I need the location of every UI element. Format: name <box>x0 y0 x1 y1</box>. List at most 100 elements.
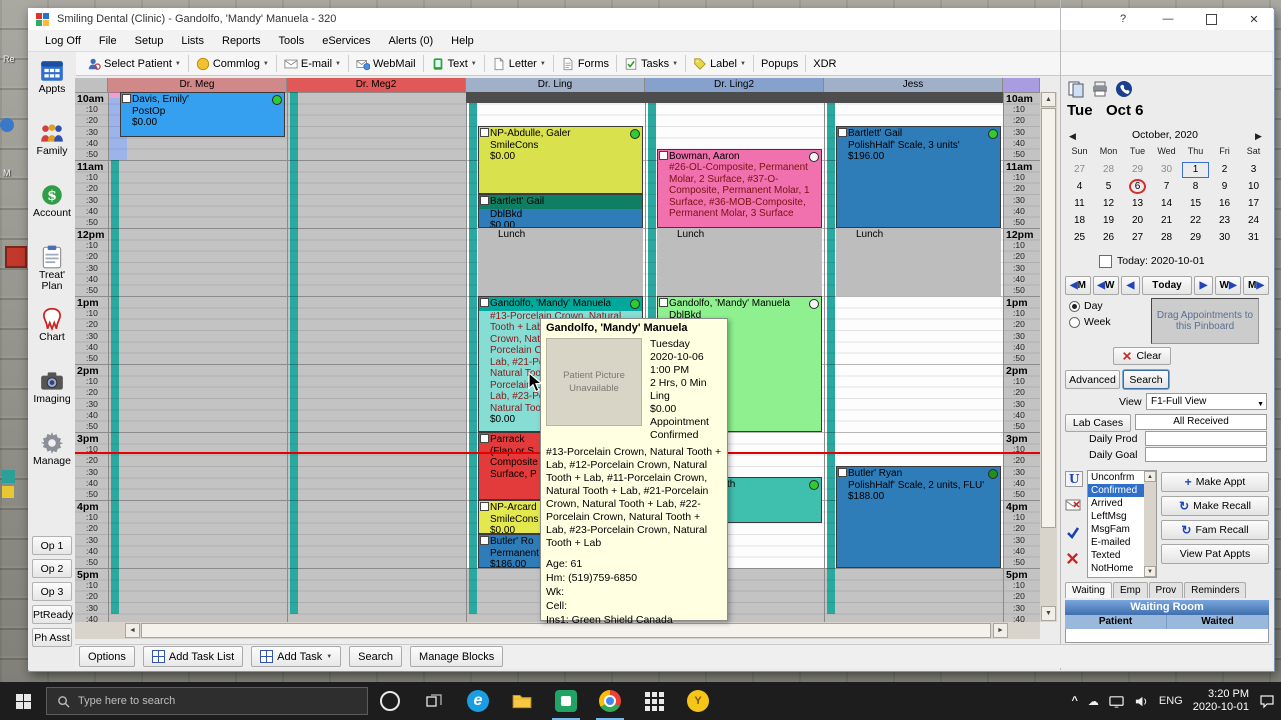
week-radio[interactable]: Week <box>1069 316 1111 328</box>
pinboard[interactable]: Drag Appointments to this Pinboard <box>1151 298 1259 344</box>
menu-eservices[interactable]: eServices <box>313 32 379 50</box>
volume-icon[interactable] <box>1134 694 1149 709</box>
menu-file[interactable]: File <box>90 32 126 50</box>
calendar-prev-icon[interactable]: ◀ <box>1069 131 1076 142</box>
task-view-icon[interactable] <box>412 682 456 720</box>
advanced-button[interactable]: Advanced <box>1065 370 1120 389</box>
calendar-day[interactable]: 15 <box>1182 196 1209 212</box>
calendar-day[interactable]: 19 <box>1095 213 1122 229</box>
nav-next-1[interactable]: W ▶ <box>1215 276 1242 295</box>
make-recall-button[interactable]: ↻ Make Recall <box>1161 496 1269 516</box>
calendar-day[interactable]: 28 <box>1153 230 1180 246</box>
phone-icon[interactable] <box>1115 80 1135 98</box>
calendar-day[interactable]: 23 <box>1211 213 1238 229</box>
toolbar-popups[interactable]: Popups <box>756 56 803 72</box>
op-button-op-3[interactable]: Op 3 <box>32 582 72 601</box>
bottombar-manage-blocks[interactable]: Manage Blocks <box>410 646 504 667</box>
menu-setup[interactable]: Setup <box>126 32 173 50</box>
calendar-day[interactable]: 18 <box>1066 213 1093 229</box>
language-indicator[interactable]: ENG <box>1159 695 1183 707</box>
appointment-checkbox[interactable] <box>480 128 489 137</box>
pages-icon[interactable] <box>1067 80 1087 98</box>
fam-recall-button[interactable]: ↻ Fam Recall <box>1161 520 1269 540</box>
op-button-ptready[interactable]: PtReady <box>32 605 73 624</box>
taskbar-clock[interactable]: 3:20 PM 2020-10-01 <box>1193 688 1249 714</box>
menu-lists[interactable]: Lists <box>172 32 213 50</box>
module-manage[interactable]: Manage <box>30 430 74 488</box>
calendar-day[interactable]: 29 <box>1182 230 1209 246</box>
print-icon[interactable] <box>1091 80 1111 98</box>
scroll-left-icon[interactable]: ◄ <box>125 623 140 638</box>
hidden-icons-chevron[interactable]: ^ <box>1071 695 1077 707</box>
menu-help[interactable]: Help <box>442 32 483 50</box>
appointment-checkbox[interactable] <box>480 434 489 443</box>
nav-next-0[interactable]: ▶ <box>1193 276 1214 295</box>
desktop-icon-red[interactable] <box>5 246 27 268</box>
appointment-checkbox[interactable] <box>122 94 131 103</box>
app-grid-icon[interactable] <box>632 682 676 720</box>
calendar-day[interactable]: 17 <box>1240 196 1267 212</box>
appointment-checkbox[interactable] <box>838 128 847 137</box>
calendar-day[interactable]: 27 <box>1124 230 1151 246</box>
toolbar-label[interactable]: Label ▼ <box>688 55 751 73</box>
calendar-day[interactable]: 7 <box>1153 179 1180 195</box>
action-center-icon[interactable] <box>1259 693 1275 709</box>
calendar-day[interactable]: 10 <box>1240 179 1267 195</box>
calendar-day[interactable]: 26 <box>1095 230 1122 246</box>
make-appt-button[interactable]: + Make Appt <box>1161 472 1269 492</box>
appointment-checkbox[interactable] <box>480 536 489 545</box>
bottombar-add-task-list[interactable]: Add Task List <box>142 646 244 667</box>
toolbar-forms[interactable]: Forms <box>556 55 614 73</box>
tab-emp[interactable]: Emp <box>1112 582 1148 598</box>
appointment-checkbox[interactable] <box>659 298 668 307</box>
scroll-up-icon[interactable]: ▲ <box>1041 92 1056 107</box>
module-imaging[interactable]: Imaging <box>30 368 74 426</box>
tab-reminders[interactable]: Reminders <box>1184 582 1247 598</box>
scroll-right-icon[interactable]: ► <box>993 623 1008 638</box>
calendar-selected-day[interactable]: 6 <box>1129 179 1146 194</box>
calendar-day[interactable]: 27 <box>1066 162 1093 178</box>
desktop-icon-teal[interactable] <box>2 470 15 483</box>
calendar-day[interactable]: 5 <box>1095 179 1122 195</box>
calendar-day[interactable]: 22 <box>1182 213 1209 229</box>
toolbar-webmail[interactable]: WebMail <box>351 55 421 73</box>
calendar-day[interactable]: 30 <box>1153 162 1180 178</box>
calendar-day[interactable]: 24 <box>1240 213 1267 229</box>
toolbar-letter[interactable]: Letter ▼ <box>487 55 551 73</box>
appointment-bowman-aaron[interactable]: Bowman, Aaron #26-OL-Composite, Permanent… <box>657 148 822 228</box>
dental-app-icon[interactable] <box>544 682 588 720</box>
appointment-checkbox[interactable] <box>480 196 489 205</box>
appointment-checkbox[interactable] <box>659 150 668 160</box>
appointment-np-abdulle-galer[interactable]: NP-Abdulle, Galer SmileCons $0.00 <box>478 126 643 194</box>
schedule-vscrollbar[interactable]: ▲ ▼ <box>1040 92 1057 622</box>
module-chart[interactable]: Chart <box>30 306 74 364</box>
bottombar-options[interactable]: Options <box>79 646 135 667</box>
toolbar-commlog[interactable]: Commlog ▼ <box>191 55 274 73</box>
calendar-day[interactable]: 4 <box>1066 179 1093 195</box>
file-explorer-icon[interactable] <box>500 682 544 720</box>
op-button-op-2[interactable]: Op 2 <box>32 559 72 578</box>
bottombar-add-task[interactable]: Add Task ▼ <box>251 646 342 667</box>
search-button[interactable]: Search <box>1123 370 1169 389</box>
view-dropdown[interactable]: F1-Full View ▼ <box>1146 393 1267 410</box>
menu-reports[interactable]: Reports <box>213 32 270 50</box>
toolbar-e-mail[interactable]: E-mail ▼ <box>279 55 346 73</box>
appointment-checkbox[interactable] <box>838 468 847 477</box>
calendar-day[interactable]: 29 <box>1124 162 1151 178</box>
toolbar-tasks[interactable]: Tasks ▼ <box>619 55 683 73</box>
calendar-day[interactable]: 12 <box>1095 196 1122 212</box>
module-appts[interactable]: Appts <box>30 58 74 116</box>
module-family[interactable]: Family <box>30 120 74 178</box>
onedrive-cloud-icon[interactable]: ☁ <box>1088 695 1099 708</box>
menu-log-off[interactable]: Log Off <box>36 32 90 50</box>
calendar-day[interactable]: 21 <box>1153 213 1180 229</box>
nav-next-2[interactable]: M ▶ <box>1243 276 1269 295</box>
tab-prov[interactable]: Prov <box>1148 582 1184 598</box>
clear-button[interactable]: Clear <box>1113 347 1171 365</box>
day-radio[interactable]: Day <box>1069 300 1103 312</box>
toolbar-select-patient[interactable]: Select Patient ▼ <box>82 55 186 73</box>
taskbar-search[interactable]: Type here to search <box>46 687 368 715</box>
monitor-icon[interactable] <box>1109 694 1124 709</box>
calendar-day[interactable]: 30 <box>1211 230 1238 246</box>
calendar-day[interactable]: 25 <box>1066 230 1093 246</box>
